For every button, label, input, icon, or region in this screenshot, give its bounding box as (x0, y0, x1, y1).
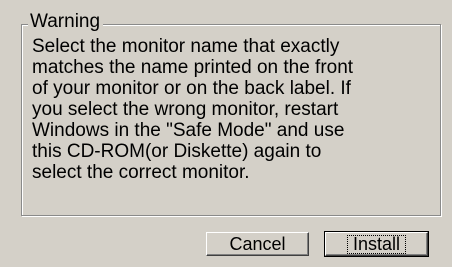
install-button[interactable]: Install (324, 231, 429, 257)
install-button-label: Install (346, 235, 407, 254)
cancel-button[interactable]: Cancel (206, 232, 309, 256)
cancel-button-label: Cancel (229, 234, 286, 254)
warning-group-title: Warning (28, 10, 104, 34)
warning-dialog: Warning Select the monitor name that exa… (0, 0, 452, 267)
warning-message: Select the monitor name that exactly mat… (32, 36, 354, 183)
